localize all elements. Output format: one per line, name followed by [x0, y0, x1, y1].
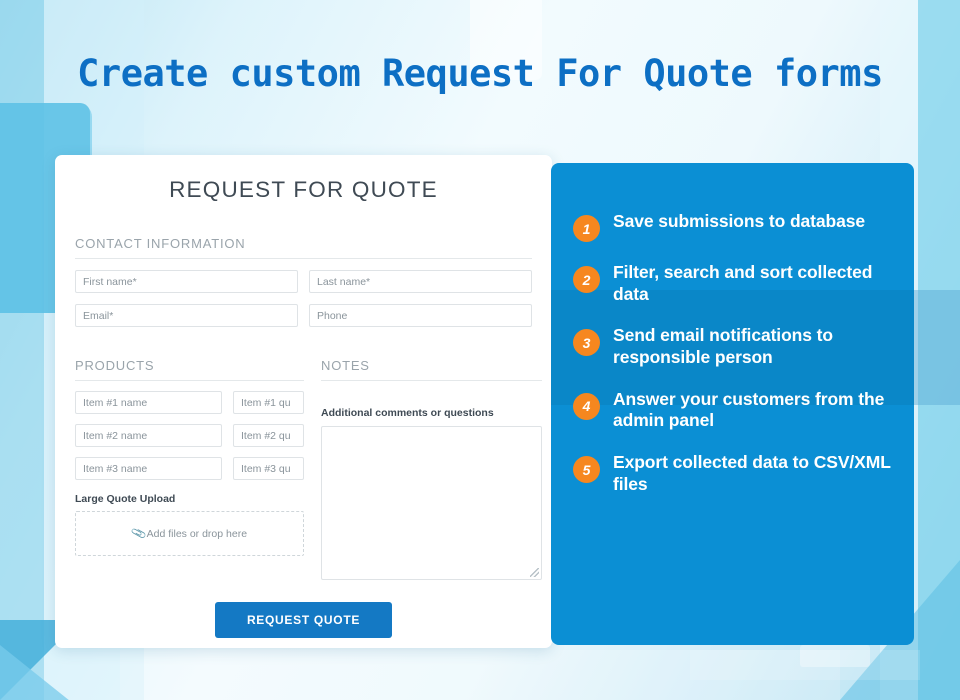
feature-text-5: Export collected data to CSV/XML files [613, 452, 891, 494]
notes-field-label: Additional comments or questions [321, 407, 494, 419]
product-row-1: Item #1 name Item #1 qu [75, 391, 304, 414]
feature-list-panel: 1 Save submissions to database 2 Filter,… [551, 163, 914, 645]
section-header-contact: CONTACT INFORMATION [75, 236, 532, 259]
item-3-quantity-input[interactable]: Item #3 qu [233, 457, 304, 480]
notes-section: NOTES Additional comments or questions [321, 358, 542, 580]
request-quote-button[interactable]: REQUEST QUOTE [214, 602, 393, 638]
bg-watermark-block [800, 645, 870, 667]
feature-number-badge-3: 3 [573, 329, 600, 357]
paperclip-icon: 📎 [130, 525, 148, 542]
textarea-resize-grip[interactable] [530, 568, 539, 577]
products-section: PRODUCTS Item #1 name Item #1 qu Item #2… [75, 358, 304, 580]
feature-item-5: 5 Export collected data to CSV/XML files [573, 452, 896, 495]
large-quote-upload-label: Large Quote Upload [75, 493, 176, 505]
file-dropzone[interactable]: 📎 Add files or drop here [75, 511, 304, 556]
product-row-3: Item #3 name Item #3 qu [75, 457, 304, 480]
first-name-input[interactable]: First name* [75, 270, 298, 293]
item-2-quantity-input[interactable]: Item #2 qu [233, 424, 304, 447]
products-and-notes-row: PRODUCTS Item #1 name Item #1 qu Item #2… [75, 358, 542, 580]
feature-item-1: 1 Save submissions to database [573, 211, 896, 242]
feature-item-2: 2 Filter, search and sort collected data [573, 262, 896, 305]
email-input[interactable]: Email* [75, 304, 298, 327]
feature-text-3: Send email notifications to responsible … [613, 325, 833, 368]
feature-number-badge-1: 1 [573, 215, 600, 242]
section-header-products: PRODUCTS [75, 358, 304, 381]
item-1-name-input[interactable]: Item #1 name [75, 391, 222, 414]
feature-text-1: Save submissions to database [613, 211, 866, 231]
dropzone-label: Add files or drop here [146, 527, 248, 540]
request-for-quote-form-card: REQUEST FOR QUOTE CONTACT INFORMATION Fi… [55, 155, 552, 648]
feature-item-4: 4 Answer your customers from the admin p… [573, 389, 896, 432]
feature-text-4: Answer your customers from the admin pan… [613, 388, 885, 431]
item-3-name-input[interactable]: Item #3 name [75, 457, 222, 480]
item-1-quantity-input[interactable]: Item #1 qu [233, 391, 304, 414]
feature-number-badge-5: 5 [573, 456, 600, 484]
contact-field-row: Email* Phone [75, 304, 532, 327]
submit-button-wrapper: REQUEST QUOTE [75, 602, 532, 638]
page-headline: Create custom Request For Quote forms [77, 52, 883, 95]
name-field-row: First name* Last name* [75, 270, 532, 293]
additional-comments-textarea[interactable] [321, 426, 542, 580]
feature-number-badge-4: 4 [573, 392, 600, 420]
section-header-notes: NOTES [321, 358, 542, 381]
contact-information-section: CONTACT INFORMATION First name* Last nam… [75, 236, 532, 327]
item-2-name-input[interactable]: Item #2 name [75, 424, 222, 447]
feature-item-3: 3 Send email notifications to responsibl… [573, 325, 896, 368]
phone-input[interactable]: Phone [309, 304, 532, 327]
last-name-input[interactable]: Last name* [309, 270, 532, 293]
form-title: REQUEST FOR QUOTE [169, 177, 438, 202]
product-row-2: Item #2 name Item #2 qu [75, 424, 304, 447]
feature-number-badge-2: 2 [573, 266, 600, 293]
feature-text-2: Filter, search and sort collected data [613, 262, 873, 304]
